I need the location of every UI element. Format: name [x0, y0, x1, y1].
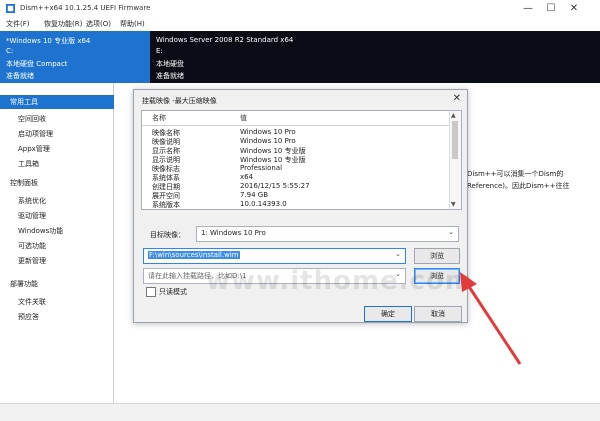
list-header: 名称 值	[142, 111, 461, 126]
chevron-down-icon: ⌄	[448, 228, 454, 236]
maximize-button[interactable]: ☐	[540, 0, 562, 18]
list-item-value: Professional	[240, 164, 283, 172]
image-name: Windows Server 2008 R2 Standard x64	[156, 36, 294, 44]
image-info-list[interactable]: 名称 值 映像名称 Windows 10 Pro 映像说明 Windows 10…	[141, 110, 462, 210]
image-type: 本地硬盘 Compact	[6, 60, 68, 68]
image-name: *Windows 10 专业版 x64	[6, 37, 91, 45]
readonly-label: 只读模式	[159, 288, 187, 296]
site-watermark: www.ithome.com	[206, 266, 473, 296]
list-item[interactable]: 系统版本 10.0.14393.0	[142, 200, 450, 210]
image-status: 准备就绪	[156, 72, 184, 80]
image-status: 准备就绪	[6, 72, 34, 80]
list-item-value: Windows 10 Pro	[240, 137, 296, 145]
chevron-down-icon: ⌄	[395, 250, 401, 258]
list-scrollbar[interactable]: ▲ ▼	[449, 111, 461, 209]
list-item-value: x64	[240, 173, 254, 181]
sidebar-item-common-tools[interactable]: 常用工具	[0, 95, 123, 109]
dialog-close-icon[interactable]: ✕	[453, 93, 461, 104]
image-path-input[interactable]: F:\win\sources\install.wim ⌄	[143, 248, 406, 264]
sidebar-item-update-manager[interactable]: 更新管理	[0, 254, 131, 268]
status-bar	[0, 403, 600, 421]
image-card-server2008[interactable]: Windows Server 2008 R2 Standard x64 E: 本…	[150, 31, 600, 83]
content-text-line: Reference)。因此Dism++往往	[467, 182, 570, 190]
sidebar-item-startup-manager[interactable]: 启动项管理	[0, 127, 131, 141]
sidebar-item-windows-features[interactable]: Windows功能	[0, 224, 131, 238]
red-arrow-icon	[460, 272, 522, 365]
list-item-value: Windows 10 Pro	[240, 128, 296, 136]
sidebar-item-driver-manager[interactable]: 驱动管理	[0, 209, 131, 223]
sidebar-item-optional-features[interactable]: 可选功能	[0, 239, 131, 253]
readonly-checkbox[interactable]	[146, 287, 156, 297]
sidebar-item-file-association[interactable]: 文件关联	[0, 295, 131, 309]
scroll-thumb[interactable]	[452, 121, 458, 159]
sidebar: 常用工具 空间回收 启动项管理 Appx管理 工具箱 控制面板 系统优化 驱动管…	[0, 83, 123, 403]
image-path-value: F:\win\sources\install.wim	[148, 251, 240, 259]
menu-options[interactable]: 选项(O)	[86, 19, 111, 29]
menu-help[interactable]: 帮助(H)	[120, 19, 145, 29]
scroll-down-icon[interactable]: ▼	[451, 201, 456, 208]
dialog-title: 挂载映像 -最大压缩映像	[142, 97, 217, 105]
column-header-name[interactable]: 名称	[152, 113, 166, 123]
list-item-value: 10.0.14393.0	[240, 200, 287, 208]
list-item-name: 系统版本	[152, 201, 180, 209]
menu-bar: 文件(F) 恢复功能(R) 选项(O) 帮助(H)	[0, 18, 600, 30]
image-card-windows10[interactable]: *Windows 10 专业版 x64 C: 本地硬盘 Compact 准备就绪	[0, 31, 150, 83]
minimize-button[interactable]: —	[517, 0, 539, 18]
image-table-header: *Windows 10 专业版 x64 C: 本地硬盘 Compact 准备就绪…	[0, 31, 600, 83]
app-icon	[6, 4, 15, 13]
sidebar-item-system-optimize[interactable]: 系统优化	[0, 194, 131, 208]
image-type: 本地硬盘	[156, 60, 184, 68]
target-image-select[interactable]: 1: Windows 10 Pro ⌄	[196, 226, 459, 242]
title-bar: Dism++x64 10.1.25.4 UEFI Firmware — ☐ ✕	[0, 0, 600, 19]
sidebar-item-space-reclaim[interactable]: 空间回收	[0, 112, 131, 126]
sidebar-item-preanswer[interactable]: 预应答	[0, 310, 131, 324]
sidebar-item-toolbox[interactable]: 工具箱	[0, 157, 131, 171]
image-drive: E:	[156, 47, 163, 55]
content-text-line: Dism++可以消集一个Dism的	[467, 170, 564, 178]
list-item-value: 7.94 GB	[240, 191, 269, 199]
close-button[interactable]: ✕	[563, 0, 585, 18]
menu-file[interactable]: 文件(F)	[6, 19, 30, 29]
sidebar-item-appx-manager[interactable]: Appx管理	[0, 142, 131, 156]
image-drive: C:	[6, 47, 14, 55]
window-title: Dism++x64 10.1.25.4 UEFI Firmware	[20, 4, 151, 12]
scroll-up-icon[interactable]: ▲	[451, 112, 456, 119]
column-header-value[interactable]: 值	[240, 113, 247, 123]
target-image-value: 1: Windows 10 Pro	[201, 229, 266, 237]
target-image-label: 目标映像：	[150, 231, 185, 239]
menu-restore[interactable]: 恢复功能(R)	[44, 19, 82, 29]
sidebar-item-deploy[interactable]: 部署功能	[0, 277, 123, 291]
list-item-value: 2016/12/15 5:55:27	[240, 182, 310, 190]
sidebar-item-control-panel[interactable]: 控制面板	[0, 176, 123, 190]
ok-button[interactable]: 确定	[364, 306, 412, 322]
